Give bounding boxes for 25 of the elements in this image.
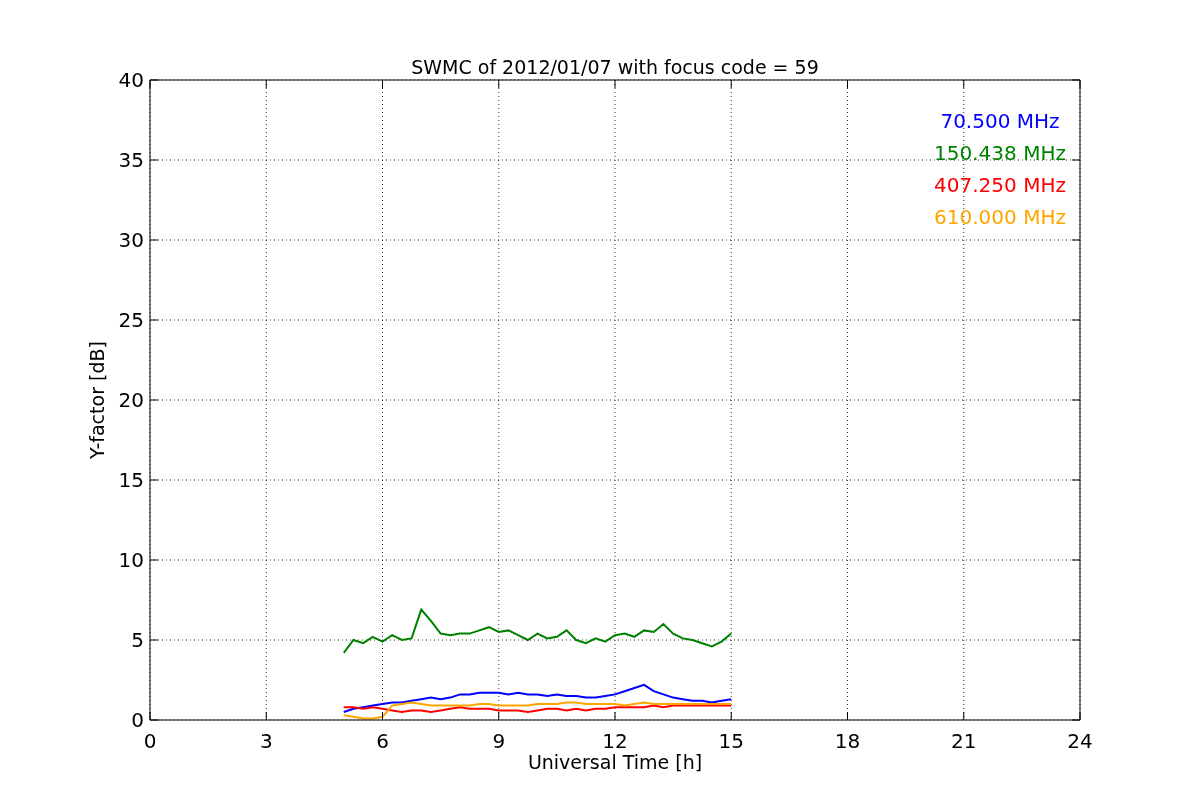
y-tick-label: 10 [118,548,144,572]
y-axis-label: Y-factor [dB] [86,341,108,459]
x-axis-label: Universal Time [h] [527,751,703,773]
x-tick-label: 15 [718,729,744,753]
y-tick-label: 25 [118,308,144,332]
y-tick-label: 20 [118,388,144,412]
x-tick-label: 18 [834,729,861,753]
legend-label: 70.500 MHz [940,109,1060,133]
chart-title: SWMC of 2012/01/07 with focus code = 59 [411,56,819,78]
y-tick-label: 0 [131,708,144,732]
x-tick-label: 3 [259,729,273,753]
x-tick-label: 24 [1067,729,1093,753]
legend-label: 150.438 MHz [934,141,1066,165]
y-tick-label: 40 [118,68,144,92]
y-tick-label: 5 [131,628,144,652]
y-tick-label: 30 [118,228,144,252]
y-tick-label: 35 [118,148,144,172]
x-tick-label: 6 [376,729,389,753]
x-tick-label: 21 [951,729,977,753]
y-tick-label: 15 [118,468,144,492]
legend-label: 610.000 MHz [934,205,1066,229]
x-tick-label: 9 [492,729,506,753]
x-tick-label: 0 [143,729,157,753]
x-tick-label: 12 [602,729,628,753]
legend-label: 407.250 MHz [934,173,1066,197]
